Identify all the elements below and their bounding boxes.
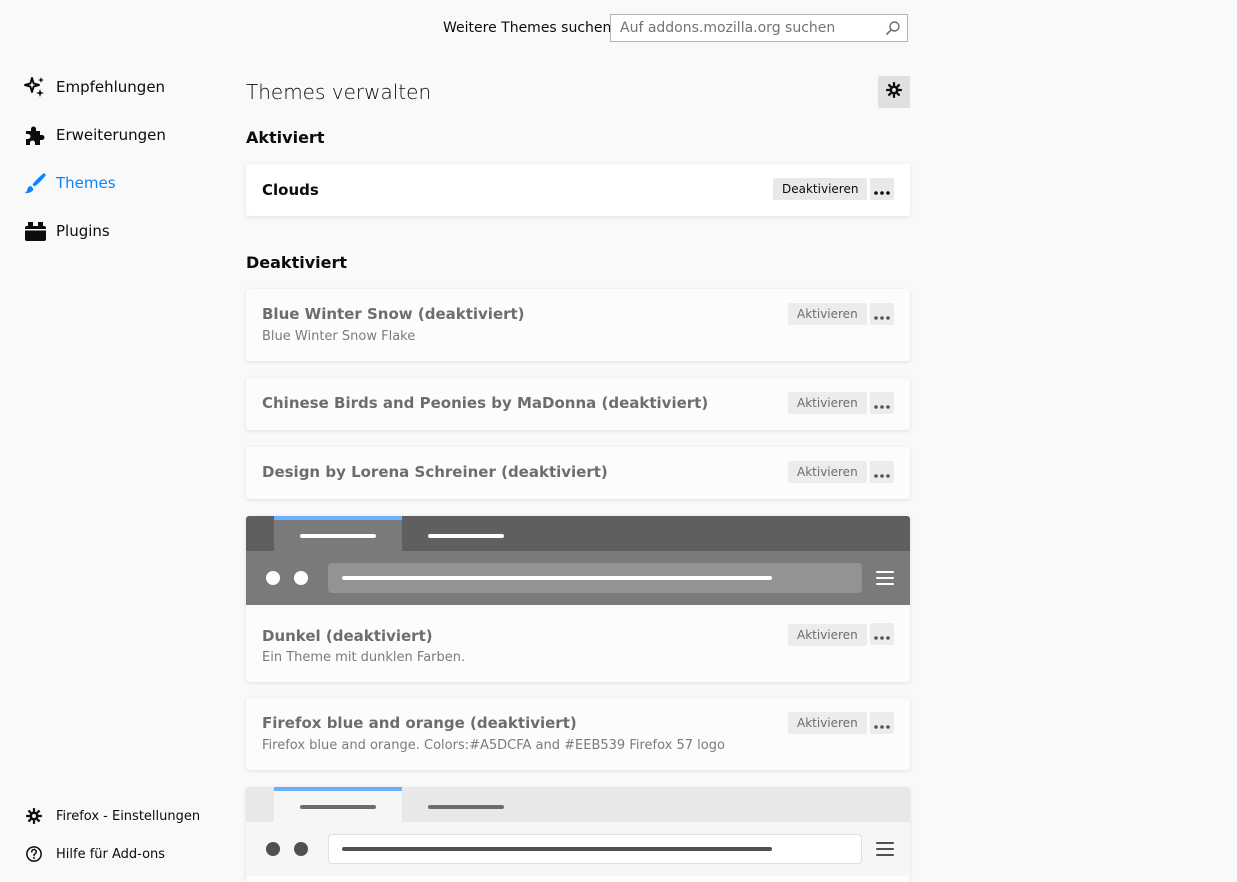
puzzle-icon bbox=[22, 122, 48, 148]
sidebar-item-plugins[interactable]: Plugins bbox=[22, 216, 110, 246]
more-options-button[interactable] bbox=[870, 623, 894, 645]
amo-search-box bbox=[610, 14, 908, 42]
more-icon bbox=[874, 180, 890, 199]
search-icon[interactable] bbox=[885, 20, 901, 36]
preview-dot bbox=[266, 842, 280, 856]
enable-button[interactable]: Aktivieren bbox=[788, 461, 867, 483]
theme-name: Dunkel (deaktiviert) bbox=[262, 627, 433, 645]
more-options-button[interactable] bbox=[870, 712, 894, 734]
preview-tab-title bbox=[428, 805, 504, 809]
preview-url-text bbox=[342, 847, 772, 851]
preview-tab-title bbox=[300, 534, 376, 538]
more-options-button[interactable] bbox=[870, 461, 894, 483]
disable-button[interactable]: Deaktivieren bbox=[773, 178, 868, 200]
enable-button[interactable]: Aktivieren bbox=[788, 712, 867, 734]
more-options-button[interactable] bbox=[870, 392, 894, 414]
theme-name: Clouds bbox=[262, 181, 319, 199]
more-icon bbox=[874, 305, 890, 324]
sidebar: Empfehlungen Erweiterungen Themes Plugin… bbox=[0, 0, 230, 882]
theme-card-blue-winter-snow: Blue Winter Snow (deaktiviert) Blue Wint… bbox=[246, 289, 910, 361]
enable-button[interactable]: Aktivieren bbox=[788, 303, 867, 325]
sidebar-item-extensions[interactable]: Erweiterungen bbox=[22, 120, 166, 150]
preview-urlbar bbox=[328, 834, 862, 864]
amo-search-input[interactable] bbox=[611, 15, 880, 41]
more-options-button[interactable] bbox=[870, 303, 894, 325]
preview-tab-title bbox=[300, 805, 376, 809]
theme-description: Firefox blue and orange. Colors:#A5DCFA … bbox=[262, 738, 725, 753]
sidebar-item-recommendations[interactable]: Empfehlungen bbox=[22, 72, 165, 102]
firefox-settings-link[interactable]: Firefox - Einstellungen bbox=[24, 804, 200, 828]
disabled-heading: Deaktiviert bbox=[246, 253, 348, 272]
theme-preview-dark bbox=[246, 516, 910, 605]
preview-toolbar bbox=[246, 551, 910, 605]
brush-icon bbox=[22, 170, 48, 196]
theme-name: Design by Lorena Schreiner (deaktiviert) bbox=[262, 463, 608, 481]
gear-icon bbox=[885, 81, 903, 103]
sidebar-item-label: Erweiterungen bbox=[56, 126, 166, 144]
sidebar-item-themes[interactable]: Themes bbox=[22, 168, 116, 198]
theme-card-firefox-blue-orange: Firefox blue and orange (deaktiviert) Fi… bbox=[246, 698, 910, 770]
addons-help-label: Hilfe für Add-ons bbox=[56, 846, 166, 862]
enable-button[interactable]: Aktivieren bbox=[788, 392, 867, 414]
theme-name: Blue Winter Snow (deaktiviert) bbox=[262, 305, 525, 323]
firefox-settings-label: Firefox - Einstellungen bbox=[56, 808, 201, 824]
preview-toolbar bbox=[246, 822, 910, 876]
preview-urlbar bbox=[328, 563, 862, 593]
more-options-button[interactable] bbox=[870, 178, 894, 200]
theme-name: Firefox blue and orange (deaktiviert) bbox=[262, 714, 577, 732]
page-title: Themes verwalten bbox=[246, 80, 432, 104]
theme-name: Chinese Birds and Peonies by MaDonna (de… bbox=[262, 394, 709, 412]
more-icon bbox=[874, 394, 890, 413]
theme-card-light-preview bbox=[246, 787, 910, 882]
sparkle-icon bbox=[22, 74, 48, 100]
preview-dot bbox=[294, 842, 308, 856]
preview-tab-accent bbox=[274, 516, 402, 520]
preview-dot bbox=[294, 571, 308, 585]
preview-dot bbox=[266, 571, 280, 585]
preview-tab-title bbox=[428, 534, 504, 538]
theme-card-dunkel: Dunkel (deaktiviert) Ein Theme mit dunkl… bbox=[246, 516, 910, 682]
hamburger-icon bbox=[876, 571, 894, 585]
help-icon bbox=[24, 844, 44, 864]
theme-card-clouds: Clouds Deaktivieren bbox=[246, 164, 910, 216]
gear-icon bbox=[24, 806, 44, 826]
sidebar-item-label: Themes bbox=[56, 174, 116, 192]
search-label: Weitere Themes suchen bbox=[443, 20, 612, 36]
theme-description: Blue Winter Snow Flake bbox=[262, 329, 416, 344]
more-icon bbox=[874, 463, 890, 482]
sidebar-item-label: Plugins bbox=[56, 222, 110, 240]
more-icon bbox=[874, 625, 890, 644]
preview-tab-accent bbox=[274, 787, 402, 791]
theme-preview-light bbox=[246, 787, 910, 876]
tools-gear-button[interactable] bbox=[878, 76, 910, 108]
enabled-heading: Aktiviert bbox=[246, 128, 325, 147]
sidebar-item-label: Empfehlungen bbox=[56, 78, 166, 96]
preview-url-text bbox=[342, 576, 772, 580]
plugin-icon bbox=[22, 218, 48, 244]
more-icon bbox=[874, 714, 890, 733]
theme-description: Ein Theme mit dunklen Farben. bbox=[262, 650, 466, 665]
addons-help-link[interactable]: Hilfe für Add-ons bbox=[24, 842, 165, 866]
theme-card-chinese-birds: Chinese Birds and Peonies by MaDonna (de… bbox=[246, 378, 910, 430]
hamburger-icon bbox=[876, 842, 894, 856]
theme-card-lorena-schreiner: Design by Lorena Schreiner (deaktiviert)… bbox=[246, 447, 910, 499]
enable-button[interactable]: Aktivieren bbox=[788, 624, 867, 646]
